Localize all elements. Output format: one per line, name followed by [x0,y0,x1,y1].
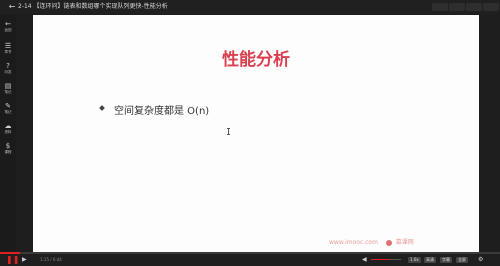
video-area[interactable]: 性能分析 空间复杂度都是 O(n) www.imooc.com 慕课网 → [16,14,500,252]
fullscreen-button[interactable]: 全屏 [456,257,468,263]
arrow-left-icon: ← [5,20,11,28]
list-icon: ☰ [4,42,12,50]
dollar-icon: $ [5,142,11,150]
volume-icon[interactable]: ◀ [362,256,367,263]
question-icon: ? [6,62,10,70]
imooc-logo-icon [385,239,392,246]
slide-title: 性能分析 [222,50,290,70]
window-control[interactable] [466,3,482,11]
window-control[interactable] [449,3,465,11]
window-title: 2-14 【连环问】链表和数组哪个实现队列更快-性能分析 [18,3,168,10]
window-control[interactable] [432,3,448,11]
watermark-brand: 慕课网 [395,239,414,246]
slide: 性能分析 空间复杂度都是 O(n) www.imooc.com 慕课网 [33,15,479,252]
time-display: 1:15 / 6:44 [40,257,62,262]
volume-slider[interactable] [371,259,401,260]
bullet-text: 空间复杂度都是 O(n) [114,106,210,117]
window-control[interactable] [483,3,499,11]
progress-bar[interactable] [0,252,500,254]
sidebar-item-resources[interactable]: ☁ 资料 [0,122,16,135]
pen-icon: ✎ [5,102,11,110]
volume-fill [371,259,389,260]
sidebar-item-pen[interactable]: ✎ 笔记 [0,102,16,115]
notes-icon: ▤ [4,82,12,90]
player-controls: ❚❚ ▶ 1:15 / 6:44 ◀ 1.0x 高清 字幕 全屏 ⚙ [0,252,500,266]
play-pause-icon[interactable]: ❚❚ [6,255,19,264]
sidebar: ← 返回 ☰ 章节 ? 问答 ▤ 笔记 ✎ 笔记 ☁ 资料 $ 课程 [0,14,16,252]
subtitle-button[interactable]: 字幕 [440,257,452,263]
cloud-icon: ☁ [4,122,12,130]
settings-icon[interactable]: ⚙ [478,256,483,263]
text-cursor-icon [227,128,230,135]
sidebar-item-notes[interactable]: ▤ 笔记 [0,82,16,95]
sidebar-item-back[interactable]: ← 返回 [0,20,16,33]
title-bar: ← 2-14 【连环问】链表和数组哪个实现队列更快-性能分析 [0,0,500,14]
back-arrow-icon[interactable]: ← [6,0,18,14]
next-icon[interactable]: ▶ [22,256,27,263]
watermark: www.imooc.com 慕课网 [329,237,414,246]
diamond-bullet-icon [99,105,105,111]
watermark-url: www.imooc.com [329,239,378,246]
sidebar-item-qa[interactable]: ? 问答 [0,62,16,75]
sidebar-item-chapters[interactable]: ☰ 章节 [0,42,16,55]
quality-button[interactable]: 高清 [424,257,436,263]
progress-fill [0,252,20,254]
sidebar-item-course[interactable]: $ 课程 [0,142,16,155]
speed-button[interactable]: 1.0x [408,257,421,263]
